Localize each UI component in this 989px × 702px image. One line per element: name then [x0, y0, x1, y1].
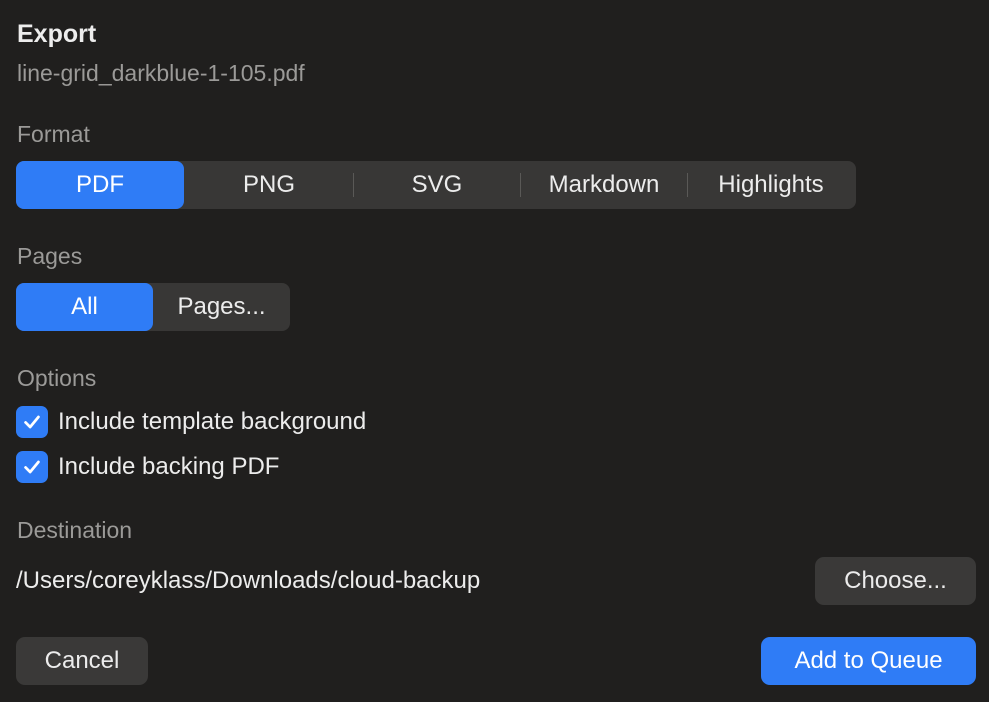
include-template-background-label: Include template background: [58, 408, 367, 435]
format-option-pdf[interactable]: PDF: [16, 161, 184, 209]
include-template-background-checkbox[interactable]: [16, 406, 48, 438]
add-to-queue-button[interactable]: Add to Queue: [761, 637, 976, 685]
pages-segmented-control: All Pages...: [16, 283, 290, 331]
pages-option-range[interactable]: Pages...: [153, 283, 290, 331]
pages-option-all[interactable]: All: [16, 283, 153, 331]
include-template-background-row[interactable]: Include template background: [16, 406, 366, 438]
dialog-title: Export: [17, 20, 97, 48]
format-label: Format: [17, 121, 90, 147]
include-backing-pdf-checkbox[interactable]: [16, 451, 48, 483]
format-option-svg[interactable]: SVG: [354, 161, 520, 209]
include-backing-pdf-row[interactable]: Include backing PDF: [16, 451, 279, 483]
destination-label: Destination: [17, 517, 133, 543]
include-backing-pdf-label: Include backing PDF: [58, 453, 280, 480]
checkmark-icon: [24, 415, 40, 429]
cancel-button[interactable]: Cancel: [16, 637, 148, 685]
destination-path: /Users/coreyklass/Downloads/cloud-backup: [16, 567, 481, 594]
file-name: line-grid_darkblue-1-105.pdf: [17, 60, 305, 86]
pages-label: Pages: [17, 243, 83, 269]
format-segmented-control: PDF PNG SVG Markdown Highlights: [16, 161, 856, 209]
format-option-png[interactable]: PNG: [185, 161, 353, 209]
options-label: Options: [17, 365, 97, 391]
format-option-markdown[interactable]: Markdown: [521, 161, 687, 209]
choose-button[interactable]: Choose...: [815, 557, 976, 605]
export-dialog: Export line-grid_darkblue-1-105.pdf Form…: [0, 0, 989, 702]
checkmark-icon: [24, 460, 40, 474]
format-option-highlights[interactable]: Highlights: [688, 161, 854, 209]
